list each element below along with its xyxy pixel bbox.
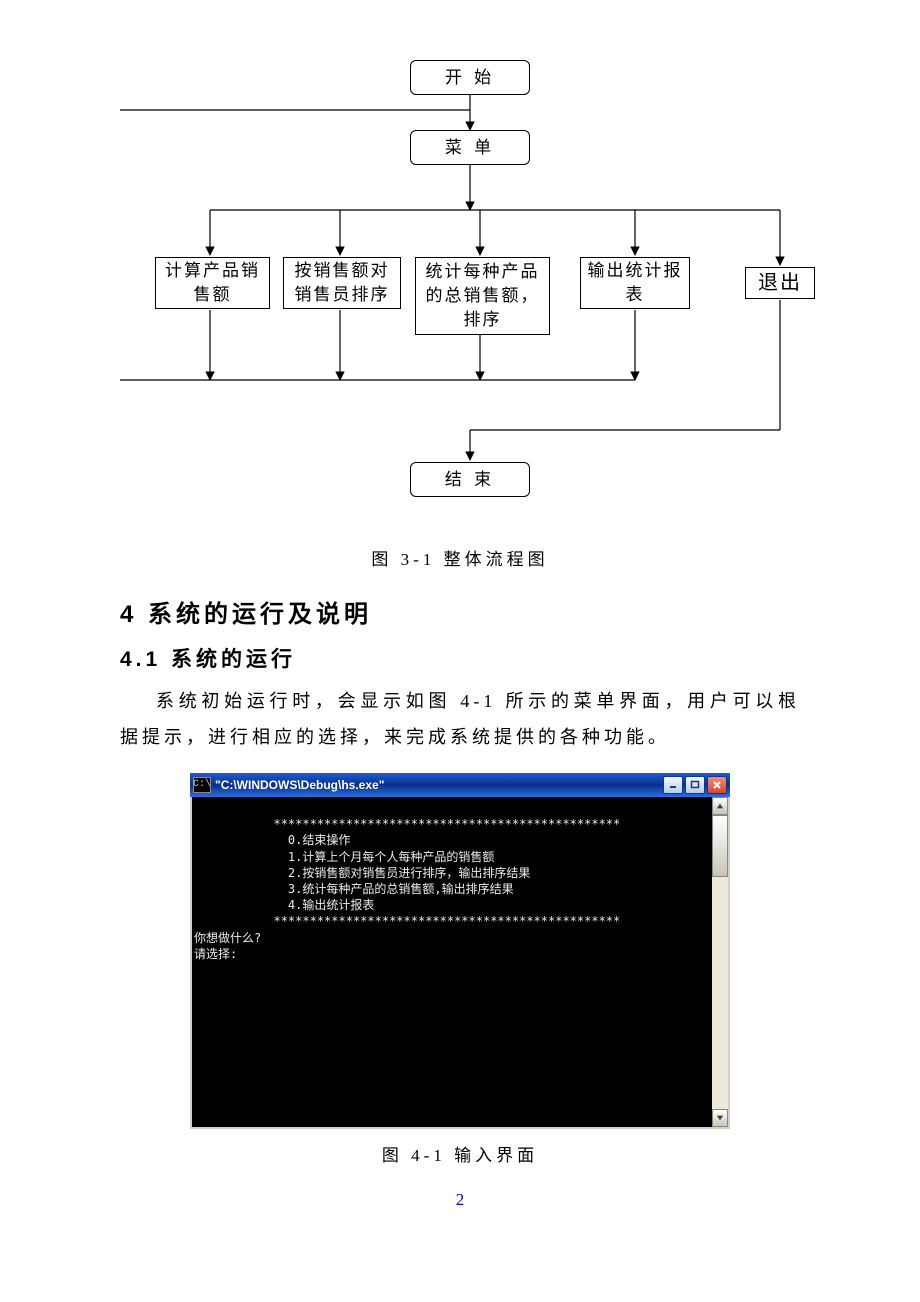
flow-node-exit: 退出: [745, 267, 815, 299]
scroll-track[interactable]: [712, 815, 728, 1109]
close-button[interactable]: [707, 776, 727, 794]
scroll-thumb[interactable]: [712, 815, 728, 877]
heading-section-4: 4 系统的运行及说明: [120, 594, 800, 629]
console-output: ****************************************…: [192, 797, 712, 1127]
flowchart-caption: 图 3-1 整体流程图: [120, 545, 800, 570]
maximize-button[interactable]: [685, 776, 705, 794]
console-caption: 图 4-1 输入界面: [120, 1141, 800, 1166]
titlebar: C:\ "C:\WINDOWS\Debug\hs.exe": [190, 773, 730, 797]
page-number: 2: [120, 1190, 800, 1210]
flowchart: 开 始 菜 单 计算产品销售额 按销售额对销售员排序 统计每种产品的总销售额，排…: [120, 60, 820, 530]
paragraph-intro: 系统初始运行时，会显示如图 4-1 所示的菜单界面，用户可以根据提示，进行相应的…: [120, 683, 800, 755]
flow-node-opt4: 输出统计报表: [580, 257, 690, 309]
console-window: C:\ "C:\WINDOWS\Debug\hs.exe" **********…: [190, 773, 730, 1129]
flow-node-opt2: 按销售额对销售员排序: [283, 257, 401, 309]
minimize-button[interactable]: [663, 776, 683, 794]
console-body: ****************************************…: [190, 797, 730, 1129]
cmd-icon: C:\: [193, 777, 211, 793]
heading-section-4-1: 4.1 系统的运行: [120, 643, 800, 673]
flow-node-opt1: 计算产品销售额: [155, 257, 270, 309]
scrollbar-vertical[interactable]: [712, 797, 728, 1127]
flow-node-end: 结 束: [410, 462, 530, 497]
flow-node-opt3: 统计每种产品的总销售额，排序: [415, 257, 550, 335]
window-buttons: [663, 776, 727, 794]
scroll-down-button[interactable]: [712, 1109, 728, 1127]
flow-node-start: 开 始: [410, 60, 530, 95]
cmd-icon-label: C:\: [193, 780, 211, 790]
scroll-up-button[interactable]: [712, 797, 728, 815]
window-title: "C:\WINDOWS\Debug\hs.exe": [215, 778, 663, 792]
flow-node-menu: 菜 单: [410, 130, 530, 165]
